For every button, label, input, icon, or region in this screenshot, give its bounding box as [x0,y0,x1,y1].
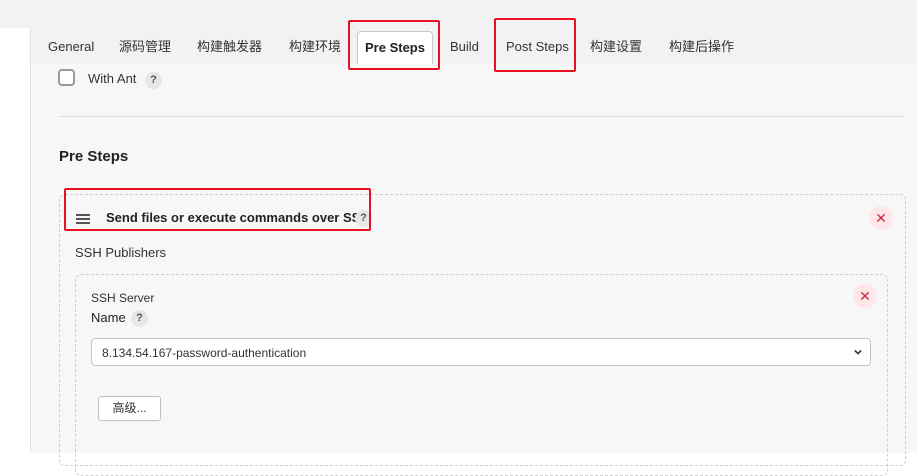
with-ant-checkbox[interactable] [58,69,75,86]
left-pane [0,28,31,453]
with-ant-text: With Ant [88,71,137,86]
with-ant-label: With Ant ? [88,71,163,89]
advanced-button[interactable]: 高级... [98,396,161,421]
name-help-icon[interactable]: ? [131,310,148,327]
ssh-server-name-value: 8.134.54.167-password-authentication [102,346,307,360]
tab-general[interactable]: General [48,28,94,64]
ssh-server-label: SSH Server [91,291,155,305]
highlight-ssh-step [64,188,371,231]
top-band [0,0,917,28]
with-ant-help-icon[interactable]: ? [145,72,163,89]
tab-build-settings[interactable]: 构建设置 [590,28,642,64]
remove-server-close-icon[interactable]: ✕ [853,284,877,308]
tab-build-triggers[interactable]: 构建触发器 [197,28,262,64]
ssh-server-container [75,274,888,476]
chevron-down-icon [854,349,862,355]
tab-build-environment[interactable]: 构建环境 [289,28,341,64]
highlight-pre-steps-tab [348,20,440,70]
remove-step-close-icon[interactable]: ✕ [869,206,893,230]
pre-steps-heading: Pre Steps [59,148,129,165]
name-label: Name [91,310,126,325]
tab-post-build-actions[interactable]: 构建后操作 [669,28,734,64]
tab-build[interactable]: Build [450,28,479,64]
highlight-post-steps-tab [494,18,576,72]
ssh-server-name-select[interactable]: 8.134.54.167-password-authentication [91,338,871,366]
tab-source-management[interactable]: 源码管理 [119,28,171,64]
section-divider [58,116,904,117]
ssh-publishers-label: SSH Publishers [75,245,167,260]
